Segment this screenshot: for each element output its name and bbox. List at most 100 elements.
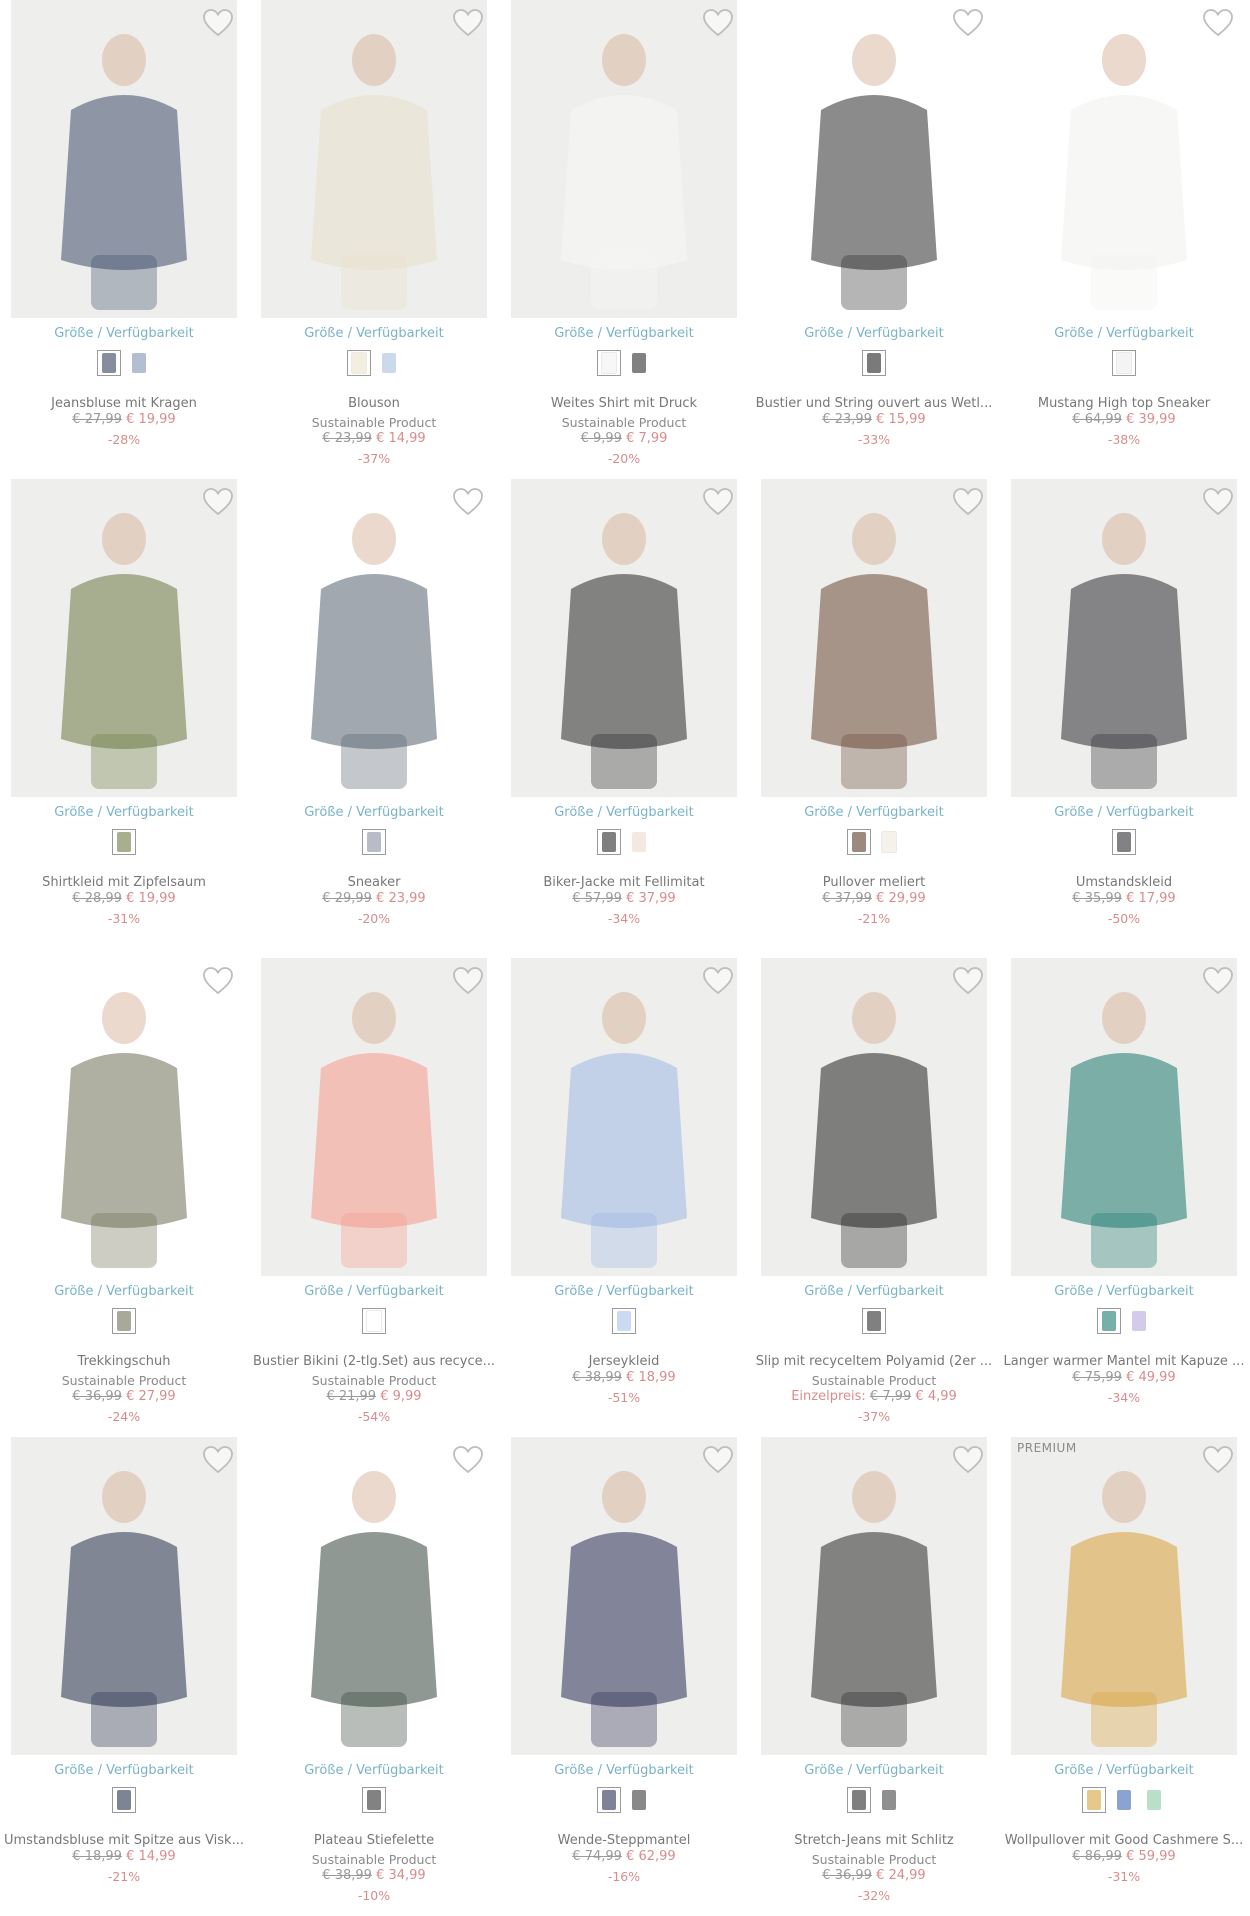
color-swatch[interactable] — [597, 1787, 621, 1813]
wishlist-heart-icon[interactable] — [451, 1443, 485, 1477]
color-swatch[interactable] — [362, 1308, 386, 1334]
product-name[interactable]: Jerseykleid — [501, 1354, 747, 1369]
wishlist-heart-icon[interactable] — [201, 964, 235, 998]
wishlist-heart-icon[interactable] — [951, 6, 985, 40]
wishlist-heart-icon[interactable] — [1201, 1443, 1235, 1477]
size-availability-link[interactable]: Größe / Verfügbarkeit — [761, 1284, 987, 1299]
product-name[interactable]: Weites Shirt mit Druck — [501, 396, 747, 411]
product-card[interactable]: Größe / Verfügbarkeit Shirtkleid mit Zipf… — [11, 479, 241, 949]
size-availability-link[interactable]: Größe / Verfügbarkeit — [261, 805, 487, 820]
size-availability-link[interactable]: Größe / Verfügbarkeit — [761, 805, 987, 820]
wishlist-heart-icon[interactable] — [451, 964, 485, 998]
color-swatch[interactable] — [1112, 350, 1136, 376]
product-image[interactable] — [11, 479, 237, 797]
product-card[interactable]: Größe / Verfügbarkeit Wende-Steppmantel € … — [511, 1437, 741, 1907]
product-name[interactable]: Umstandskleid — [1001, 875, 1247, 890]
product-name[interactable]: Biker-Jacke mit Fellimitat — [501, 875, 747, 890]
product-image[interactable] — [261, 479, 487, 797]
product-name[interactable]: Wollpullover mit Good Cashmere S... — [1001, 1833, 1247, 1848]
wishlist-heart-icon[interactable] — [451, 485, 485, 519]
product-image[interactable] — [1011, 0, 1237, 318]
product-name[interactable]: Wende-Steppmantel — [501, 1833, 747, 1848]
color-swatch[interactable] — [97, 350, 121, 376]
product-card[interactable]: Größe / Verfügbarkeit Mustang High top Sn… — [1011, 0, 1241, 470]
color-swatch[interactable] — [1142, 1787, 1166, 1813]
color-swatch[interactable] — [1082, 1787, 1106, 1813]
color-swatch[interactable] — [347, 350, 371, 376]
product-image[interactable] — [261, 1437, 487, 1755]
color-swatch[interactable] — [1127, 1308, 1151, 1334]
color-swatch[interactable] — [847, 829, 871, 855]
product-card[interactable]: Größe / Verfügbarkeit Sneaker € 29,99 € 23… — [261, 479, 491, 949]
product-image[interactable] — [261, 958, 487, 1276]
product-card[interactable]: Größe / Verfügbarkeit Umstandsbluse mit S… — [4, 1437, 244, 1907]
product-card[interactable]: Größe / Verfügbarkeit Blouson Sustainable … — [261, 0, 491, 470]
size-availability-link[interactable]: Größe / Verfügbarkeit — [261, 326, 487, 341]
size-availability-link[interactable]: Größe / Verfügbarkeit — [761, 1763, 987, 1778]
product-card[interactable]: Größe / Verfügbarkeit Bustier Bikini (2-t… — [253, 958, 495, 1428]
product-card[interactable]: PREMIUM Größe / Verfügbarkeit Wollpullover… — [1005, 1437, 1243, 1907]
product-card[interactable]: Größe / Verfügbarkeit Bustier und String … — [756, 0, 992, 470]
product-name[interactable]: Jeansbluse mit Kragen — [1, 396, 247, 411]
color-swatch[interactable] — [877, 1787, 901, 1813]
color-swatch[interactable] — [862, 350, 886, 376]
color-swatch[interactable] — [1112, 1787, 1136, 1813]
size-availability-link[interactable]: Größe / Verfügbarkeit — [1011, 1763, 1237, 1778]
size-availability-link[interactable]: Größe / Verfügbarkeit — [11, 1763, 237, 1778]
product-name[interactable]: Slip mit recyceltem Polyamid (2er ... — [751, 1354, 997, 1369]
product-image[interactable] — [511, 0, 737, 318]
product-image[interactable] — [1011, 479, 1237, 797]
product-image[interactable] — [261, 0, 487, 318]
product-name[interactable]: Langer warmer Mantel mit Kapuze ... — [1001, 1354, 1247, 1369]
product-image[interactable] — [511, 479, 737, 797]
product-image[interactable] — [11, 958, 237, 1276]
color-swatch[interactable] — [127, 350, 151, 376]
color-swatch[interactable] — [627, 1787, 651, 1813]
size-availability-link[interactable]: Größe / Verfügbarkeit — [261, 1284, 487, 1299]
wishlist-heart-icon[interactable] — [701, 485, 735, 519]
size-availability-link[interactable]: Größe / Verfügbarkeit — [761, 326, 987, 341]
product-image[interactable] — [761, 479, 987, 797]
size-availability-link[interactable]: Größe / Verfügbarkeit — [261, 1763, 487, 1778]
color-swatch[interactable] — [627, 350, 651, 376]
color-swatch[interactable] — [627, 829, 651, 855]
product-card[interactable]: Größe / Verfügbarkeit Trekkingschuh Sustai… — [11, 958, 241, 1428]
color-swatch[interactable] — [112, 1787, 136, 1813]
product-name[interactable]: Plateau Stiefelette — [251, 1833, 497, 1848]
wishlist-heart-icon[interactable] — [701, 1443, 735, 1477]
product-image[interactable] — [1011, 958, 1237, 1276]
wishlist-heart-icon[interactable] — [451, 6, 485, 40]
product-name[interactable]: Bustier Bikini (2-tlg.Set) aus recyce... — [251, 1354, 497, 1369]
wishlist-heart-icon[interactable] — [1201, 6, 1235, 40]
wishlist-heart-icon[interactable] — [201, 1443, 235, 1477]
color-swatch[interactable] — [1097, 1308, 1121, 1334]
color-swatch[interactable] — [597, 829, 621, 855]
color-swatch[interactable] — [377, 350, 401, 376]
size-availability-link[interactable]: Größe / Verfügbarkeit — [1011, 1284, 1237, 1299]
color-swatch[interactable] — [597, 350, 621, 376]
product-name[interactable]: Bustier und String ouvert aus Wetl... — [751, 396, 997, 411]
product-card[interactable]: Größe / Verfügbarkeit Umstandskleid € 35,9… — [1011, 479, 1241, 949]
product-image[interactable] — [11, 1437, 237, 1755]
wishlist-heart-icon[interactable] — [1201, 485, 1235, 519]
product-name[interactable]: Mustang High top Sneaker — [1001, 396, 1247, 411]
size-availability-link[interactable]: Größe / Verfügbarkeit — [511, 1763, 737, 1778]
size-availability-link[interactable]: Größe / Verfügbarkeit — [1011, 326, 1237, 341]
color-swatch[interactable] — [362, 1787, 386, 1813]
product-name[interactable]: Umstandsbluse mit Spitze aus Visk... — [1, 1833, 247, 1848]
product-card[interactable]: Größe / Verfügbarkeit Plateau Stiefelette… — [261, 1437, 491, 1907]
product-image[interactable] — [1011, 1437, 1237, 1755]
size-availability-link[interactable]: Größe / Verfügbarkeit — [511, 326, 737, 341]
wishlist-heart-icon[interactable] — [201, 485, 235, 519]
size-availability-link[interactable]: Größe / Verfügbarkeit — [1011, 805, 1237, 820]
size-availability-link[interactable]: Größe / Verfügbarkeit — [11, 805, 237, 820]
wishlist-heart-icon[interactable] — [951, 1443, 985, 1477]
color-swatch[interactable] — [847, 1787, 871, 1813]
product-name[interactable]: Pullover meliert — [751, 875, 997, 890]
product-card[interactable]: Größe / Verfügbarkeit Jeansbluse mit Krag… — [11, 0, 241, 470]
product-card[interactable]: Größe / Verfügbarkeit Jerseykleid € 38,99 … — [511, 958, 741, 1428]
product-card[interactable]: Größe / Verfügbarkeit Langer warmer Mante… — [1004, 958, 1244, 1428]
product-name[interactable]: Sneaker — [251, 875, 497, 890]
color-swatch[interactable] — [362, 829, 386, 855]
product-image[interactable] — [11, 0, 237, 318]
